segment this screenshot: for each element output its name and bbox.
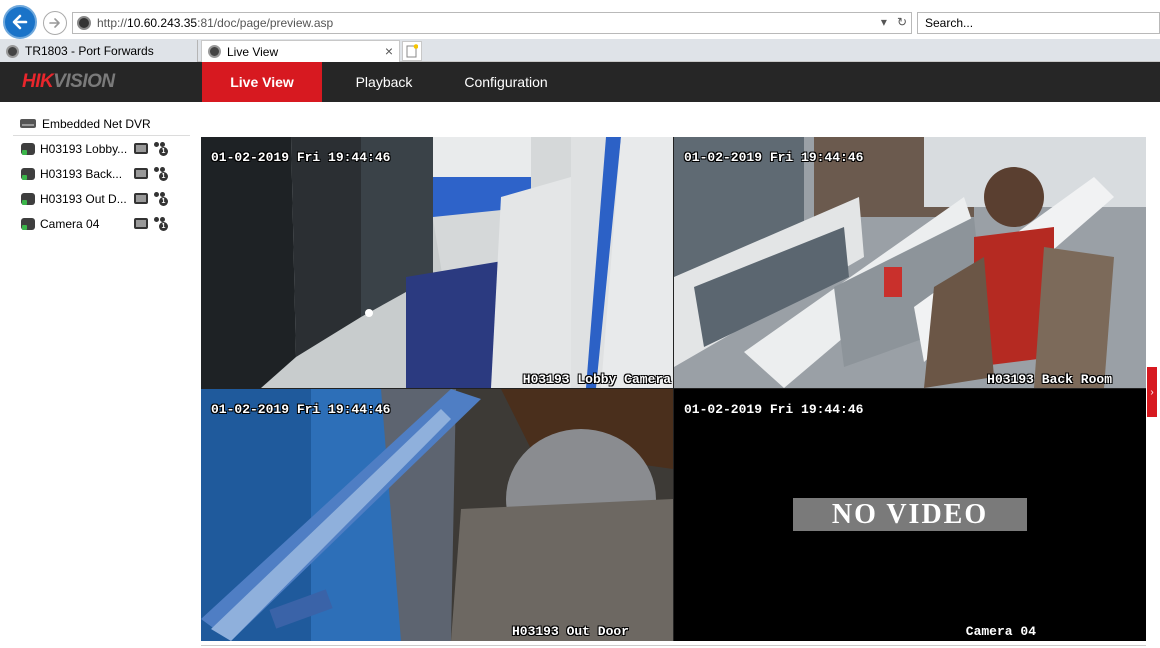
new-tab-button[interactable]	[402, 41, 422, 61]
browser-address-bar-row: http://10.60.243.35:81/doc/page/preview.…	[0, 0, 1160, 39]
expand-panel-tab[interactable]: ›	[1147, 367, 1157, 417]
tile-camera-name: H03193 Back Room	[987, 372, 1112, 387]
tile-camera-name: H03193 Lobby Camera	[522, 372, 671, 387]
chevron-right-icon: ›	[1150, 386, 1154, 398]
stream-settings-icon[interactable]: 1	[154, 191, 169, 206]
out-door-camera-feed	[201, 389, 673, 641]
tile-camera-name: Camera 04	[965, 624, 1036, 639]
stream-settings-icon[interactable]: 1	[154, 216, 169, 231]
back-arrow-icon	[12, 14, 28, 30]
record-icon[interactable]	[134, 218, 148, 229]
site-favicon-icon	[77, 16, 91, 30]
tile-datetime: 01-02-2019 Fri 19:44:46	[684, 402, 864, 417]
stream-settings-icon[interactable]: 1	[154, 141, 169, 156]
tile-datetime: 01-02-2019 Fri 19:44:46	[211, 150, 391, 165]
camera-label: H03193 Lobby...	[40, 141, 128, 156]
divider	[201, 645, 1146, 646]
tile-camera-name: H03193 Out Door	[511, 624, 629, 639]
back-room-camera-feed	[674, 137, 1146, 388]
new-tab-icon	[406, 44, 418, 58]
record-icon[interactable]	[134, 193, 148, 204]
live-view-grid: 01-02-2019 Fri 19:44:46 H03193 Lobby Cam…	[201, 137, 1146, 641]
camera-icon	[21, 167, 35, 180]
tab-live-view[interactable]: Live View ×	[201, 40, 400, 62]
record-icon[interactable]	[134, 168, 148, 179]
camera-icon	[21, 142, 35, 155]
video-tile-back-room[interactable]: 01-02-2019 Fri 19:44:46 H03193 Back Room	[674, 137, 1146, 388]
hikvision-logo: HIKVISION	[22, 71, 115, 92]
dvr-icon	[20, 119, 36, 128]
camera-label: Camera 04	[40, 216, 100, 231]
camera-icon	[21, 192, 35, 205]
forward-button[interactable]	[43, 11, 67, 35]
nav-playback[interactable]: Playback	[336, 62, 432, 102]
lobby-camera-feed	[201, 137, 673, 388]
video-tile-camera-04[interactable]: 01-02-2019 Fri 19:44:46 NO VIDEO Camera …	[674, 389, 1146, 641]
tab-favicon-icon	[6, 44, 19, 58]
tab-label: Live View	[227, 44, 279, 59]
tab-label: TR1803 - Port Forwards	[25, 44, 154, 58]
browser-tab-strip: TR1803 - Port Forwards Live View ×	[0, 39, 1160, 62]
device-node[interactable]: Embedded Net DVR	[13, 112, 190, 136]
camera-item-lobby[interactable]: H03193 Lobby... 1	[13, 136, 190, 161]
camera-item-camera-04[interactable]: Camera 04 1	[13, 211, 190, 236]
device-tree: Embedded Net DVR H03193 Lobby... 1 H0319…	[13, 112, 190, 236]
forward-arrow-icon	[49, 18, 60, 28]
camera-item-out-door[interactable]: H03193 Out D... 1	[13, 186, 190, 211]
nav-live-view[interactable]: Live View	[202, 62, 322, 102]
back-button[interactable]	[3, 5, 37, 39]
app-header: HIKVISION Live View Playback Configurati…	[0, 62, 1160, 102]
tile-datetime: 01-02-2019 Fri 19:44:46	[684, 150, 864, 165]
tile-datetime: 01-02-2019 Fri 19:44:46	[211, 402, 391, 417]
nav-configuration[interactable]: Configuration	[450, 62, 562, 102]
tab-favicon-icon	[208, 45, 221, 58]
stream-settings-icon[interactable]: 1	[154, 166, 169, 181]
url-text[interactable]: http://10.60.243.35:81/doc/page/preview.…	[97, 16, 333, 30]
camera-item-back-room[interactable]: H03193 Back... 1	[13, 161, 190, 186]
camera-label: H03193 Back...	[40, 166, 123, 181]
address-bar[interactable]: http://10.60.243.35:81/doc/page/preview.…	[72, 12, 912, 34]
record-icon[interactable]	[134, 143, 148, 154]
search-input[interactable]	[925, 16, 1159, 30]
video-tile-lobby[interactable]: 01-02-2019 Fri 19:44:46 H03193 Lobby Cam…	[201, 137, 673, 388]
close-tab-icon[interactable]: ×	[385, 43, 393, 59]
device-label: Embedded Net DVR	[42, 116, 151, 131]
refresh-icon[interactable]: ↻	[897, 15, 907, 29]
tab-port-forwards[interactable]: TR1803 - Port Forwards	[0, 40, 198, 62]
dropdown-arrow-icon[interactable]: ▾	[881, 15, 887, 29]
video-tile-out-door[interactable]: 01-02-2019 Fri 19:44:46 H03193 Out Door	[201, 389, 673, 641]
browser-search-box[interactable]	[917, 12, 1160, 34]
no-video-indicator: NO VIDEO	[793, 498, 1027, 531]
camera-icon	[21, 217, 35, 230]
camera-label: H03193 Out D...	[40, 191, 127, 206]
